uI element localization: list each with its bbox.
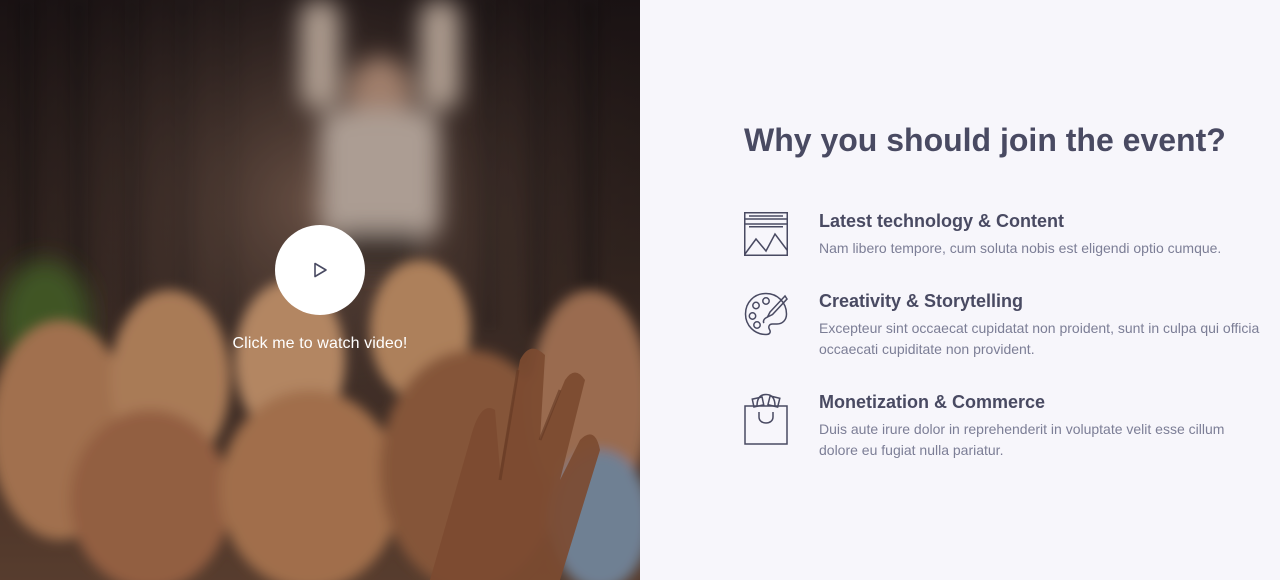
feature-item-technology: Latest technology & Content Nam libero t…	[744, 211, 1264, 259]
shopping-bag-icon	[744, 393, 788, 445]
feature-description: Duis aute irure dolor in reprehenderit i…	[819, 421, 1225, 458]
feature-title: Latest technology & Content	[819, 211, 1065, 231]
play-button[interactable]	[275, 225, 365, 315]
section-heading: Why you should join the event?	[744, 122, 1226, 158]
feature-description: Excepteur sint occaecat cupidatat non pr…	[819, 320, 1260, 357]
feature-item-monetization: Monetization & Commerce Duis aute irure …	[744, 392, 1264, 461]
image-frame-icon	[744, 212, 788, 256]
watch-video-caption[interactable]: Click me to watch video!	[233, 334, 408, 354]
feature-description: Nam libero tempore, cum soluta nobis est…	[819, 240, 1222, 256]
feature-title: Monetization & Commerce	[819, 392, 1046, 412]
info-panel: Why you should join the event? Latest te…	[640, 0, 1280, 580]
video-panel[interactable]: Click me to watch video!	[0, 0, 640, 580]
feature-item-creativity: Creativity & Storytelling Excepteur sint…	[744, 291, 1264, 360]
play-group: Click me to watch video!	[0, 225, 640, 354]
play-icon	[314, 262, 327, 278]
feature-title: Creativity & Storytelling	[819, 291, 1024, 311]
palette-icon	[744, 292, 788, 336]
